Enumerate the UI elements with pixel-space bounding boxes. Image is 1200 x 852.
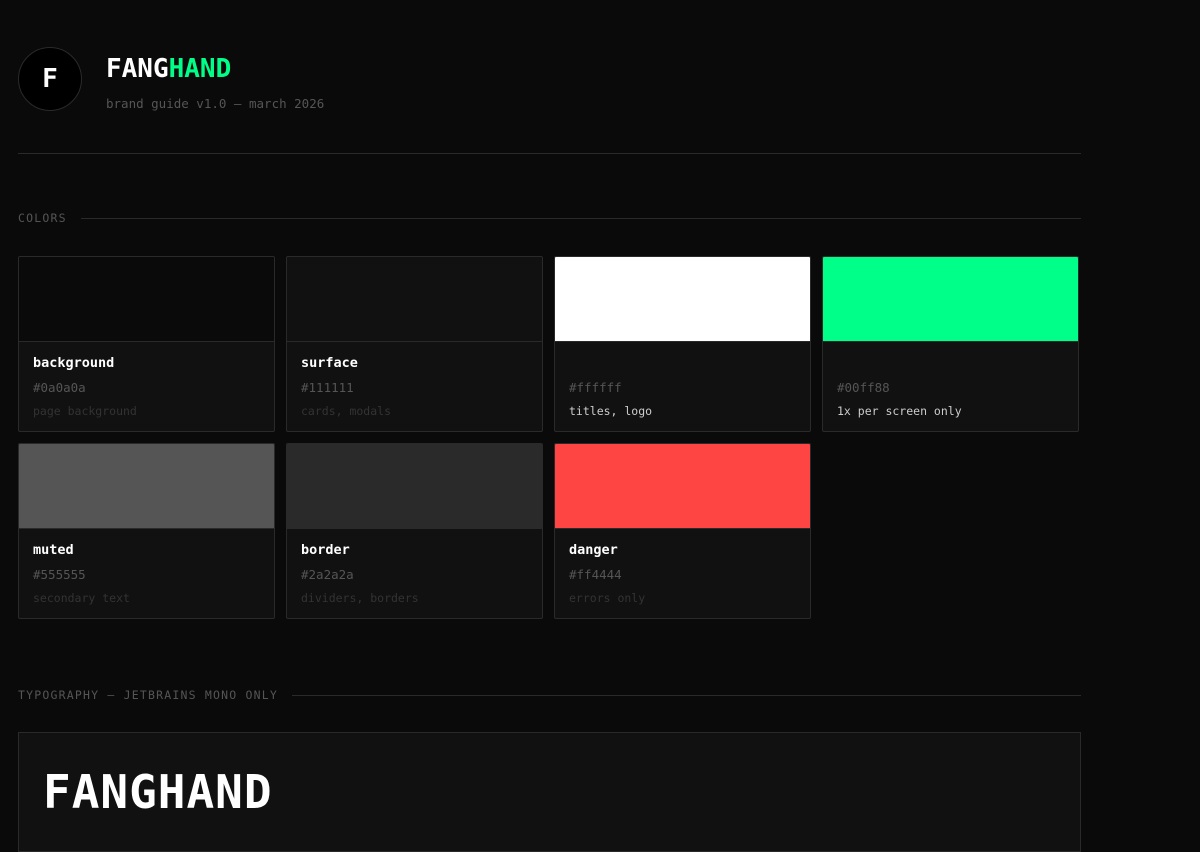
color-usage: page background bbox=[33, 404, 137, 418]
color-name: background bbox=[33, 355, 115, 371]
color-hex: #00ff88 bbox=[837, 380, 890, 395]
color-card-muted: muted #555555 secondary text bbox=[18, 443, 275, 619]
color-swatch bbox=[555, 444, 810, 529]
brand-header: F FANGHAND brand guide v1.0 — march 2026 bbox=[18, 47, 1081, 154]
color-swatch bbox=[19, 444, 274, 529]
color-swatch bbox=[823, 257, 1078, 342]
color-hex: #ffffff bbox=[569, 380, 622, 395]
colors-section-header: COLORS bbox=[18, 211, 1081, 225]
section-divider bbox=[80, 217, 1081, 219]
color-card-danger: danger #ff4444 errors only bbox=[554, 443, 811, 619]
color-usage: errors only bbox=[569, 591, 646, 605]
color-usage: dividers, borders bbox=[301, 591, 419, 605]
color-name: danger bbox=[569, 542, 618, 558]
color-name: muted bbox=[33, 542, 74, 558]
typography-sample: FANGHAND bbox=[43, 765, 273, 819]
color-swatch bbox=[19, 257, 274, 342]
colors-section-label: COLORS bbox=[18, 211, 67, 225]
color-usage: 1x per screen only bbox=[837, 404, 962, 418]
color-swatch bbox=[287, 444, 542, 529]
typography-panel: FANGHAND bbox=[18, 732, 1081, 852]
color-hex: #0a0a0a bbox=[33, 380, 86, 395]
color-usage: titles, logo bbox=[569, 404, 653, 418]
color-hex: #555555 bbox=[33, 567, 86, 582]
color-swatch bbox=[287, 257, 542, 342]
color-usage: secondary text bbox=[33, 591, 130, 605]
brand-subtitle: brand guide v1.0 — march 2026 bbox=[106, 96, 325, 111]
color-name: border bbox=[301, 542, 350, 558]
brand-title-part2: HAND bbox=[168, 54, 232, 84]
logo-letter: F bbox=[42, 64, 58, 94]
color-name: surface bbox=[301, 355, 358, 371]
color-card-white: #ffffff titles, logo bbox=[554, 256, 811, 432]
typography-section-header: TYPOGRAPHY — JETBRAINS MONO ONLY bbox=[18, 688, 1081, 702]
logo-mark: F bbox=[18, 47, 82, 111]
color-hex: #111111 bbox=[301, 380, 354, 395]
color-usage: cards, modals bbox=[301, 404, 392, 418]
color-card-background: background #0a0a0a page background bbox=[18, 256, 275, 432]
color-card-surface: surface #111111 cards, modals bbox=[286, 256, 543, 432]
color-swatch bbox=[555, 257, 810, 342]
section-divider bbox=[291, 694, 1081, 696]
color-card-border: border #2a2a2a dividers, borders bbox=[286, 443, 543, 619]
color-hex: #ff4444 bbox=[569, 567, 622, 582]
brand-title: FANGHAND bbox=[106, 54, 231, 84]
color-hex: #2a2a2a bbox=[301, 567, 354, 582]
typography-section-label: TYPOGRAPHY — JETBRAINS MONO ONLY bbox=[18, 688, 278, 702]
brand-title-part1: FANG bbox=[106, 54, 169, 84]
color-card-accent: #00ff88 1x per screen only bbox=[822, 256, 1079, 432]
